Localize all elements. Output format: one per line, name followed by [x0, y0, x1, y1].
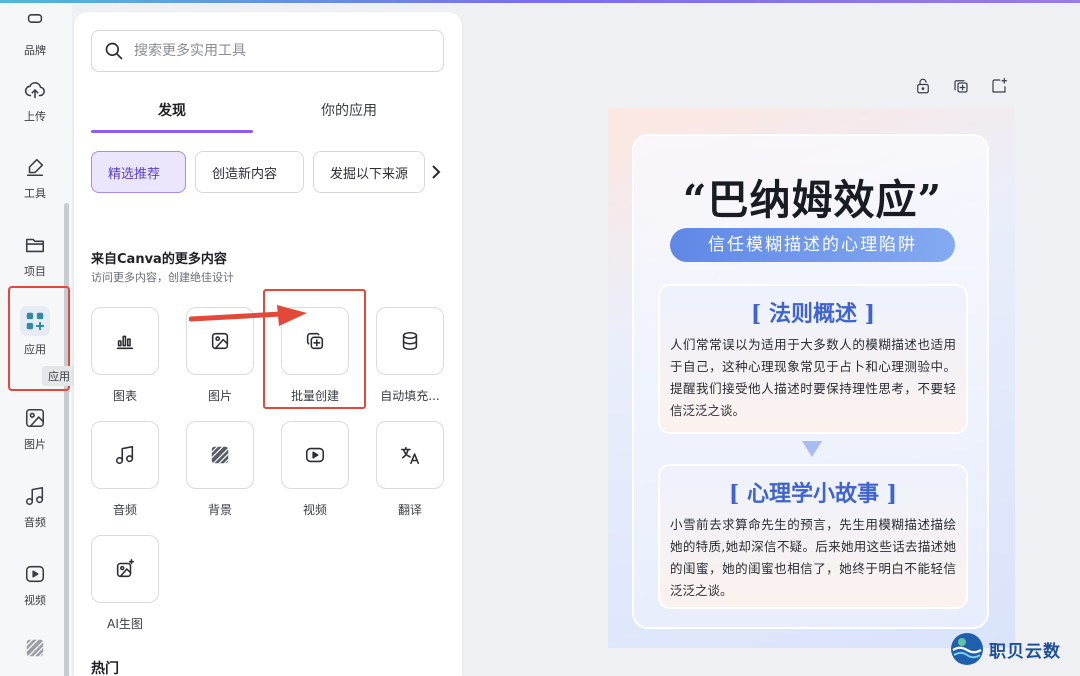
search-box[interactable] — [91, 30, 444, 72]
chart-bars-icon — [116, 335, 134, 350]
background-pattern-icon — [22, 635, 48, 661]
watermark: 职贝云数 — [950, 632, 1061, 666]
app-tile-background[interactable]: 背景 — [186, 421, 254, 518]
search-icon — [105, 42, 123, 60]
rail-item-images[interactable]: 图片 — [0, 405, 70, 452]
rail-item-upload[interactable]: 上传 — [0, 77, 70, 124]
section-subtitle: 访问更多内容，创建绝佳设计 — [91, 271, 234, 284]
card-title: [ 心理学小故事 ] — [728, 481, 898, 507]
tile-label: 自动填充... — [380, 389, 440, 403]
hot-section-title: 热门 — [91, 661, 119, 676]
rail-label-projects: 项目 — [24, 265, 46, 278]
video-play-icon — [305, 447, 325, 463]
rail-label-images: 图片 — [24, 438, 46, 451]
rail-item-projects[interactable]: 项目 — [0, 232, 70, 279]
tile-label: AI生图 — [107, 617, 143, 631]
rail-item-tools[interactable]: 工具 — [0, 154, 70, 201]
chip-create-content[interactable]: 创造新内容 — [195, 151, 304, 193]
card-text: 人们常常误以为适用于大多数人的模糊描述也适用于自己，这种心理现象常见于占卜和心理… — [670, 337, 956, 418]
rail-item-brand[interactable]: 品牌 — [0, 11, 70, 58]
section-title: 来自Canva的更多内容 — [91, 252, 227, 267]
apps-tooltip: 应用 — [42, 366, 76, 386]
folder-icon — [22, 232, 48, 258]
top-accent-strip — [0, 0, 1080, 3]
design-poster[interactable]: “巴纳姆效应” 信任模糊描述的心理陷阱 [ 法则概述 ] 人们常常误以为适用于大… — [608, 108, 1015, 648]
upload-cloud-icon — [22, 77, 48, 103]
translate-icon — [400, 446, 420, 465]
tile-label: 背景 — [207, 503, 232, 517]
rail-item-video[interactable]: 视频 — [0, 561, 70, 608]
tile-box — [91, 307, 159, 375]
poster-card-story: [ 心理学小故事 ] 小雪前去求算命先生的预言，先生用模糊描述描绘她的特质,她却… — [658, 464, 968, 609]
image-icon — [22, 405, 48, 431]
app-tile-chart[interactable]: 图表 — [91, 307, 159, 404]
rail-label-video: 视频 — [24, 594, 46, 607]
card-title: [ 法则概述 ] — [750, 301, 876, 327]
chip-featured[interactable]: 精选推荐 — [91, 151, 186, 193]
tile-box — [91, 535, 159, 603]
tile-box — [186, 421, 254, 489]
lock-icon[interactable] — [912, 75, 934, 97]
app-tile-audio[interactable]: 音频 — [91, 421, 159, 518]
rail-label-audio: 音频 — [24, 516, 46, 529]
rail-item-more[interactable] — [0, 635, 70, 661]
app-tile-video[interactable]: 视频 — [281, 421, 349, 518]
tile-box — [281, 421, 349, 489]
add-page-icon[interactable] — [988, 75, 1010, 97]
tab-discover[interactable]: 发现 — [91, 100, 253, 124]
app-tile-translate[interactable]: 翻译 — [376, 421, 444, 518]
music-note-icon — [22, 483, 48, 509]
tile-label: 图表 — [112, 389, 137, 403]
tile-label: 视频 — [302, 503, 327, 517]
search-input[interactable] — [134, 43, 424, 59]
tile-box — [376, 307, 444, 375]
tile-label: 音频 — [112, 503, 137, 517]
image-icon — [211, 332, 229, 350]
app-tile-ai-image[interactable]: AI生图 — [91, 535, 159, 632]
duplicate-icon[interactable] — [950, 75, 972, 97]
active-tab-indicator — [91, 130, 253, 133]
tile-label: 翻译 — [397, 503, 422, 517]
brand-icon — [22, 11, 48, 37]
poster-subtitle: 信任模糊描述的心理陷阱 — [670, 228, 955, 262]
rail-label-brand: 品牌 — [24, 44, 46, 57]
annotation-arrow-icon — [189, 305, 307, 326]
apps-panel: 发现 你的应用 精选推荐 创造新内容 发掘以下来源 来自Canva的更多内容 访… — [74, 12, 462, 676]
database-icon — [402, 331, 418, 351]
ai-image-icon — [116, 559, 135, 578]
tile-box — [376, 421, 444, 489]
app-tile-autofill[interactable]: 自动填充... — [376, 307, 444, 404]
tile-label: 图片 — [207, 389, 232, 403]
video-play-icon — [22, 561, 48, 587]
background-pattern-icon — [211, 446, 229, 464]
rail-scrollbar[interactable] — [64, 203, 69, 676]
poster-frame: “巴纳姆效应” 信任模糊描述的心理陷阱 [ 法则概述 ] 人们常常误以为适用于大… — [632, 134, 989, 629]
pen-tool-icon — [22, 154, 48, 180]
watermark-text: 职贝云数 — [989, 641, 1061, 662]
down-triangle-icon — [802, 441, 822, 457]
tab-your-apps[interactable]: 你的应用 — [274, 100, 424, 124]
music-note-icon — [115, 445, 134, 465]
tile-box — [91, 421, 159, 489]
rail-label-upload: 上传 — [24, 110, 46, 123]
chevron-right-icon[interactable] — [426, 162, 446, 182]
poster-title: “巴纳姆效应” — [682, 176, 943, 224]
card-text: 小雪前去求算命先生的预言，先生用模糊描述描绘她的特质,她却深信不疑。后来她用这些… — [670, 517, 956, 598]
rail-label-tools: 工具 — [24, 187, 46, 200]
chip-discover-sources[interactable]: 发掘以下来源 — [313, 151, 425, 193]
rail-item-audio[interactable]: 音频 — [0, 483, 70, 530]
watermark-logo-icon — [951, 633, 983, 665]
poster-card-overview: [ 法则概述 ] 人们常常误以为适用于大多数人的模糊描述也适用于自己，这种心理现… — [658, 284, 968, 434]
